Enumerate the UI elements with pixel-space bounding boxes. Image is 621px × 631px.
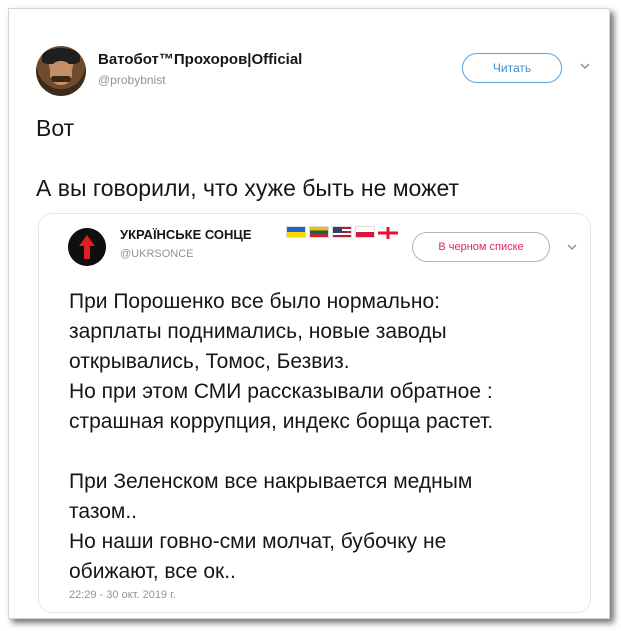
lithuania-flag-icon <box>309 226 329 238</box>
georgia-flag-icon <box>378 226 398 239</box>
author-name[interactable]: Ватобот™Прохоров|Official <box>98 51 302 68</box>
tweet-text-line: А вы говорили, что хуже быть не может <box>36 175 460 201</box>
ukraine-flag-icon <box>286 226 306 238</box>
quoted-text-line: открывались, Томос, Безвиз. <box>69 350 350 373</box>
quoted-text-line: При Порошенко все было нормально: <box>69 290 440 313</box>
quoted-author-name[interactable]: УКРАЇНСЬКЕ СОНЦЕ <box>120 227 252 242</box>
author-avatar[interactable] <box>36 46 86 96</box>
quoted-text-line: Но наши говно-сми молчат, бубочку не <box>69 530 447 553</box>
author-handle[interactable]: @probybnist <box>98 73 166 87</box>
quoted-text-line: зарплаты поднимались, новые заводы <box>69 320 447 343</box>
blocked-status-button[interactable]: В черном списке <box>412 232 550 262</box>
tweet-text-line: Вот <box>36 115 75 141</box>
avatar-mustache <box>51 76 71 82</box>
quoted-text-line: Но при этом СМИ рассказывали обратное : <box>69 380 493 403</box>
chevron-down-icon[interactable] <box>567 243 577 251</box>
quoted-tweet-body: При Порошенко все было нормально: зарпла… <box>69 287 589 587</box>
quoted-author-avatar[interactable] <box>68 228 106 266</box>
chevron-down-icon[interactable] <box>580 61 590 71</box>
quoted-text-line: При Зеленском все накрывается медным <box>69 470 473 493</box>
flag-emoji-row <box>286 226 398 240</box>
poland-flag-icon <box>355 226 375 238</box>
tweet-card: Ватобот™Прохоров|Official @probybnist Чи… <box>8 8 610 619</box>
quoted-timestamp[interactable]: 22:29 - 30 окт. 2019 г. <box>69 589 176 601</box>
usa-flag-icon <box>332 226 352 238</box>
follow-button[interactable]: Читать <box>462 53 562 83</box>
quoted-text-line: обижают, все ок.. <box>69 560 236 583</box>
quoted-text-line: тазом.. <box>69 500 138 523</box>
quoted-author-handle[interactable]: @UKRSONCE <box>120 248 194 260</box>
quoted-text-line: страшная коррупция, индекс борща растет. <box>69 410 494 433</box>
